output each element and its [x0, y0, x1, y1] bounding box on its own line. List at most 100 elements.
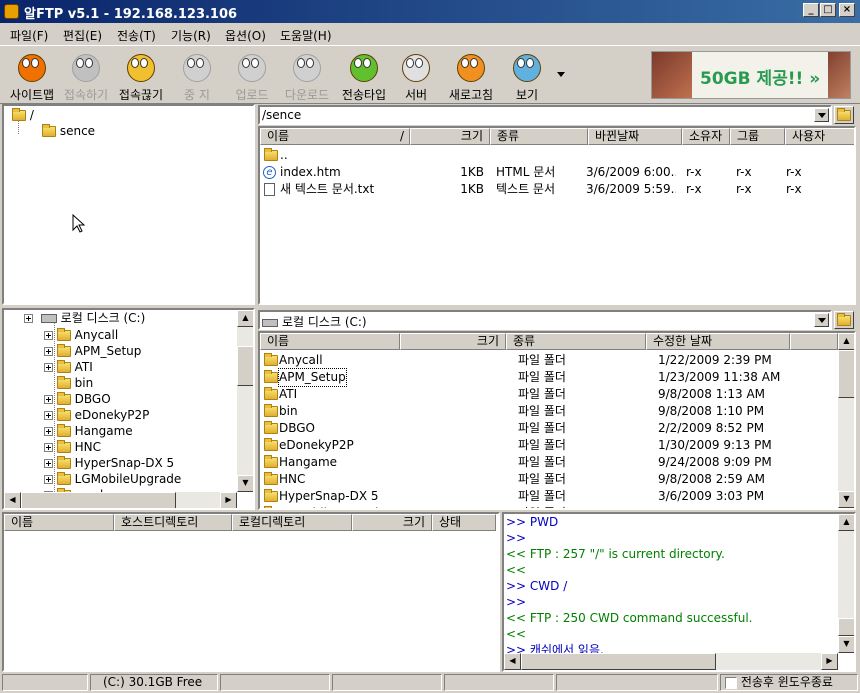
- connect-button[interactable]: 접속하기: [60, 50, 112, 102]
- download-button[interactable]: 다운로드: [280, 50, 334, 102]
- view-button[interactable]: 보기: [506, 50, 548, 102]
- remote-col-date[interactable]: 바뀐날짜: [588, 128, 682, 145]
- remote-file-row[interactable]: 새 텍스트 문서.txt 1KB 텍스트 문서 3/6/2009 5:59...…: [260, 181, 854, 198]
- scroll-down-icon[interactable]: ▼: [838, 491, 854, 508]
- remote-tree-pane[interactable]: / sence: [2, 104, 255, 305]
- remote-tree-item-sence[interactable]: sence: [42, 123, 95, 140]
- close-button[interactable]: ×: [839, 3, 855, 17]
- scroll-thumb[interactable]: [237, 346, 253, 386]
- remote-parent-folder-button[interactable]: [834, 106, 854, 124]
- close-after-transfer-checkbox[interactable]: [725, 676, 737, 689]
- local-tree-item[interactable]: Anycall: [44, 327, 118, 344]
- queue-col-local-dir[interactable]: 로컬디렉토리: [232, 514, 352, 531]
- scroll-right-icon[interactable]: ▶: [821, 653, 838, 670]
- local-col-size[interactable]: 크기: [400, 333, 506, 350]
- queue-col-name[interactable]: 이름: [4, 514, 114, 531]
- local-col-name[interactable]: 이름: [260, 333, 400, 350]
- local-tree-pane[interactable]: 로컬 디스크 (C:) Anycall APM_Setup ATI bin DB…: [2, 308, 255, 510]
- remote-col-type[interactable]: 종류: [490, 128, 588, 145]
- expand-icon[interactable]: [44, 395, 53, 404]
- local-parent-folder-button[interactable]: [834, 311, 854, 329]
- local-tree-root[interactable]: 로컬 디스크 (C:): [24, 310, 145, 327]
- menu-file[interactable]: 파일(F): [10, 27, 48, 44]
- local-file-row[interactable]: bin 파일 폴더 9/8/2008 1:10 PM: [260, 403, 836, 420]
- scroll-left-icon[interactable]: ◀: [504, 653, 521, 670]
- upload-button[interactable]: 업로드: [226, 50, 278, 102]
- local-tree-hscroll[interactable]: ◀ ▶: [4, 492, 237, 508]
- scroll-right-icon[interactable]: ▶: [220, 492, 237, 508]
- local-path-combo[interactable]: 로컬 디스크 (C:): [258, 310, 832, 330]
- local-file-row[interactable]: DBGO 파일 폴더 2/2/2009 8:52 PM: [260, 420, 836, 437]
- expand-icon[interactable]: [44, 475, 53, 484]
- scroll-down-icon[interactable]: ▼: [237, 475, 253, 492]
- local-tree-vscroll[interactable]: ▲ ▼: [237, 310, 253, 492]
- local-tree-item[interactable]: Hangame: [44, 423, 133, 440]
- expand-icon[interactable]: [44, 331, 53, 340]
- remote-tree-root[interactable]: /: [12, 107, 34, 124]
- scroll-thumb[interactable]: [838, 350, 854, 398]
- local-file-row[interactable]: HyperSnap-DX 5 파일 폴더 3/6/2009 3:03 PM: [260, 488, 836, 505]
- local-col-date[interactable]: 수정한 날짜: [646, 333, 790, 350]
- remote-col-owner[interactable]: 소유자: [682, 128, 730, 145]
- scroll-up-icon[interactable]: ▲: [838, 333, 854, 350]
- scroll-left-icon[interactable]: ◀: [4, 492, 21, 508]
- transfer-type-button[interactable]: 전송타입: [336, 50, 392, 102]
- remote-path-dropdown-icon[interactable]: [814, 108, 829, 122]
- menu-options[interactable]: 옵션(O): [225, 27, 266, 44]
- remote-file-row[interactable]: e index.htm 1KB HTML 문서 3/6/2009 6:00...…: [260, 164, 854, 181]
- ad-banner[interactable]: 50GB 제공!! »: [651, 51, 851, 99]
- menu-help[interactable]: 도움말(H): [280, 27, 332, 44]
- expand-icon[interactable]: [44, 411, 53, 420]
- scroll-up-icon[interactable]: ▲: [838, 514, 854, 531]
- scroll-up-icon[interactable]: ▲: [237, 310, 253, 327]
- remote-file-row[interactable]: ..: [260, 147, 854, 164]
- transfer-queue-pane[interactable]: 이름 호스트디렉토리 로컬디렉토리 크기 상태: [2, 512, 500, 672]
- maximize-button[interactable]: □: [820, 3, 836, 17]
- menu-function[interactable]: 기능(R): [171, 27, 211, 44]
- scroll-thumb[interactable]: [521, 653, 716, 670]
- queue-col-host-dir[interactable]: 호스트디렉토리: [114, 514, 232, 531]
- remote-col-size[interactable]: 크기: [410, 128, 490, 145]
- disconnect-button[interactable]: 접속끊기: [115, 50, 167, 102]
- view-dropdown-arrow-icon[interactable]: [557, 72, 565, 77]
- log-hscroll[interactable]: ◀ ▶: [504, 653, 838, 670]
- refresh-button[interactable]: 새로고침: [444, 50, 498, 102]
- local-tree-item[interactable]: APM_Setup: [44, 343, 141, 360]
- scroll-thumb[interactable]: [838, 618, 854, 636]
- local-file-row[interactable]: ATI 파일 폴더 9/8/2008 1:13 AM: [260, 386, 836, 403]
- local-tree-item[interactable]: eDonekyP2P: [44, 407, 149, 424]
- local-file-row[interactable]: eDonekyP2P 파일 폴더 1/30/2009 9:13 PM: [260, 437, 836, 454]
- server-button[interactable]: 서버: [394, 50, 438, 102]
- expand-icon[interactable]: [44, 363, 53, 372]
- local-tree-item[interactable]: HNC: [44, 439, 101, 456]
- minimize-button[interactable]: _: [803, 3, 819, 17]
- local-file-row[interactable]: LGMobileUpgrade파일 폴더10/14/2008 3:31 PM: [260, 505, 836, 508]
- expand-icon[interactable]: [44, 443, 53, 452]
- sitemap-button[interactable]: 사이트맵: [6, 50, 58, 102]
- scroll-down-icon[interactable]: ▼: [838, 636, 854, 653]
- local-file-row[interactable]: APM_Setup 파일 폴더 1/23/2009 11:38 AM: [260, 368, 836, 387]
- local-path-dropdown-icon[interactable]: [814, 313, 829, 327]
- remote-file-list[interactable]: 이름 / 크기 종류 바뀐날짜 소유자 그룹 사용자 .. e index.htm…: [258, 126, 856, 305]
- remote-col-name[interactable]: 이름 /: [260, 128, 410, 145]
- local-tree-item[interactable]: DBGO: [44, 391, 111, 408]
- menu-edit[interactable]: 편집(E): [63, 27, 102, 44]
- remote-path-combo[interactable]: /sence: [258, 105, 832, 125]
- log-pane[interactable]: >> PWD >> << FTP : 257 "/" is current dire…: [502, 512, 856, 672]
- log-vscroll[interactable]: ▲ ▼: [838, 514, 854, 653]
- local-file-row[interactable]: Hangame 파일 폴더 9/24/2008 9:09 PM: [260, 454, 836, 471]
- stop-button[interactable]: 중 지: [171, 50, 223, 102]
- menu-transfer[interactable]: 전송(T): [117, 27, 156, 44]
- local-file-row[interactable]: HNC 파일 폴더 9/8/2008 2:59 AM: [260, 471, 836, 488]
- close-after-transfer[interactable]: 전송후 윈도우종료: [720, 674, 858, 691]
- local-file-vscroll[interactable]: ▲ ▼: [838, 333, 854, 508]
- remote-col-group[interactable]: 그룹: [730, 128, 785, 145]
- local-tree-item[interactable]: ATI: [44, 359, 93, 376]
- local-file-list[interactable]: 이름 크기 종류 수정한 날짜 Anycall 파일 폴더 1/22/2009 2:…: [258, 331, 856, 510]
- local-file-row[interactable]: Anycall 파일 폴더 1/22/2009 2:39 PM: [260, 352, 836, 369]
- expand-icon[interactable]: [44, 427, 53, 436]
- local-tree-item[interactable]: HyperSnap-DX 5: [44, 455, 174, 472]
- scroll-thumb[interactable]: [21, 492, 176, 508]
- queue-col-status[interactable]: 상태: [432, 514, 496, 531]
- local-col-type[interactable]: 종류: [506, 333, 646, 350]
